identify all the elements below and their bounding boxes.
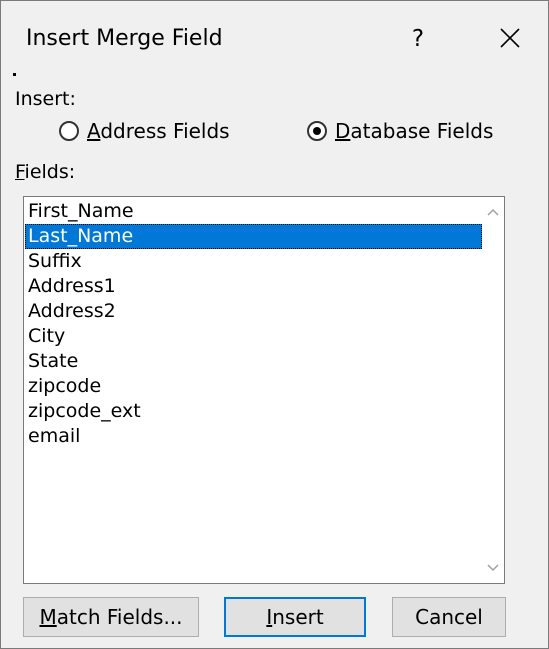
help-button[interactable]: ? [398,19,438,59]
database-fields-label: Database Fields [335,119,494,143]
fields-label: Fields: [15,161,76,183]
list-item[interactable]: State [25,349,482,374]
list-item[interactable]: Address2 [25,299,482,324]
cancel-button[interactable]: Cancel [392,597,506,637]
address-fields-radio[interactable]: Address Fields [59,119,230,143]
database-fields-radio[interactable]: Database Fields [307,119,493,143]
title-bar: Insert Merge Field ? [1,1,548,71]
dialog-title: Insert Merge Field [26,26,223,51]
list-item[interactable]: First_Name [25,199,482,224]
fields-list: First_Name Last_Name Suffix Address1 Add… [25,199,482,449]
list-item-selected[interactable]: Last_Name [25,224,482,249]
insert-merge-field-dialog: Insert Merge Field ? Insert: Address Fie… [0,0,549,649]
address-fields-label: Address Fields [87,119,230,143]
list-item[interactable]: zipcode_ext [25,399,482,424]
chevron-up-icon[interactable] [487,207,499,217]
focus-dot [13,73,16,76]
list-item[interactable]: City [25,324,482,349]
match-fields-button[interactable]: Match Fields... [23,597,199,637]
insert-button[interactable]: Insert [224,597,366,637]
chevron-down-icon[interactable] [487,563,499,573]
close-button[interactable] [488,19,532,59]
vertical-scrollbar[interactable] [482,197,504,583]
insert-group-label: Insert: [15,88,76,110]
list-item[interactable]: Address1 [25,274,482,299]
list-item[interactable]: email [25,424,482,449]
radio-button-database[interactable] [307,121,327,141]
radio-button-address[interactable] [59,121,79,141]
fields-listbox[interactable]: First_Name Last_Name Suffix Address1 Add… [23,196,505,584]
close-icon [500,28,520,48]
list-item[interactable]: Suffix [25,249,482,274]
list-item[interactable]: zipcode [25,374,482,399]
